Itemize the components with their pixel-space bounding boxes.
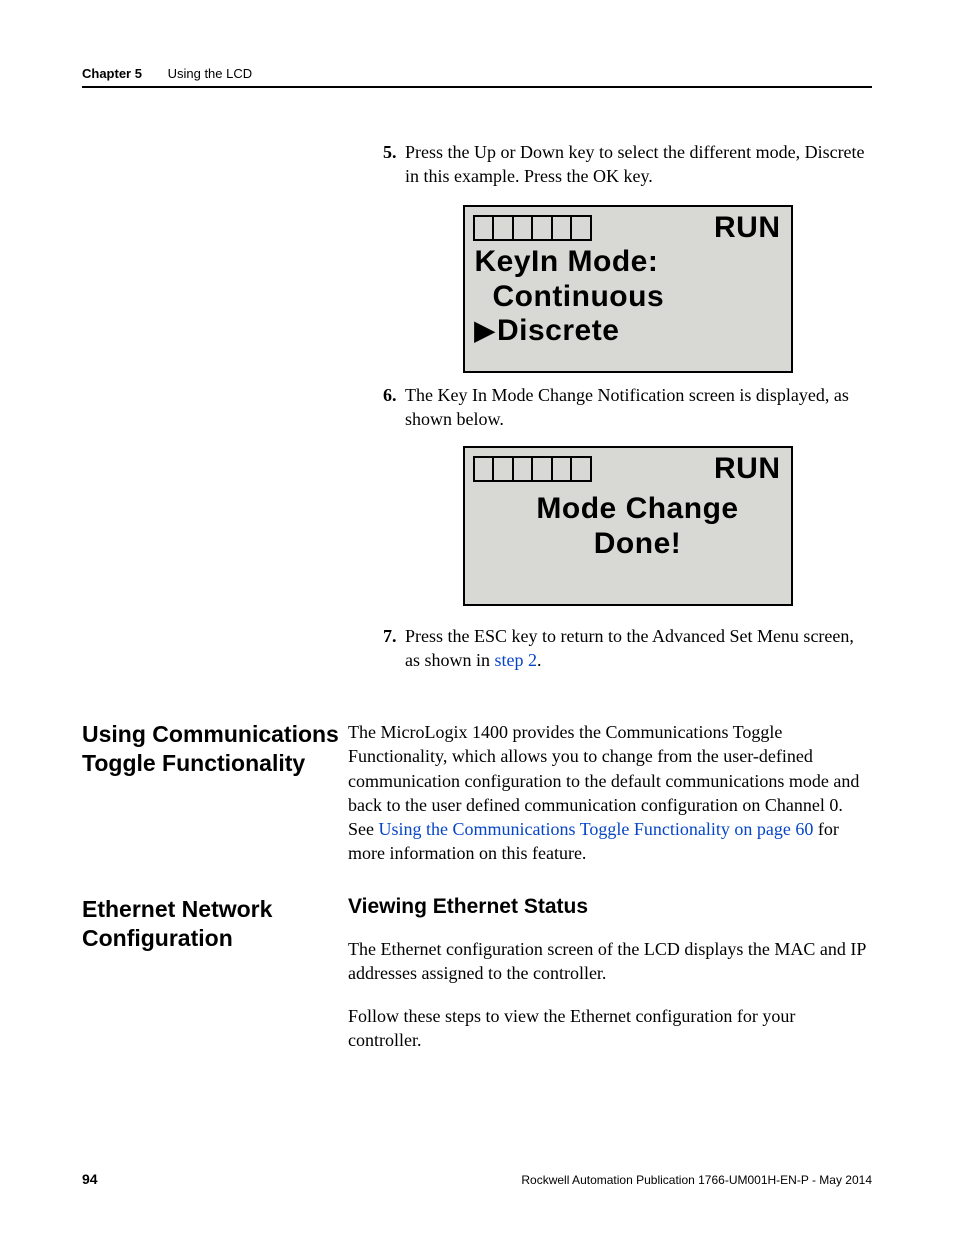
lcd-line-title: KeyIn Mode: <box>465 245 791 280</box>
section-ethernet-body: Viewing Ethernet Status The Ethernet con… <box>348 895 872 1070</box>
subheading-viewing-eth-status: Viewing Ethernet Status <box>348 895 872 919</box>
step-5: 5 Press the Up or Down key to select the… <box>383 140 872 195</box>
run-status: RUN <box>714 211 781 245</box>
section-comm-toggle-body: The MicroLogix 1400 provides the Communi… <box>348 720 872 866</box>
lcd-screenshot-keyin: RUN KeyIn Mode: Continuous Discrete <box>383 205 872 373</box>
step-number: 5 <box>383 140 405 189</box>
lcd-line-modechange: Mode Change <box>465 492 811 527</box>
side-heading: Using Communications Toggle Functionalit… <box>82 720 352 778</box>
step-text: Press the ESC key to return to the Advan… <box>405 624 872 673</box>
heading-comm-toggle: Using Communications Toggle Functionalit… <box>82 720 352 778</box>
eth-paragraph-1: The Ethernet configuration screen of the… <box>348 937 872 986</box>
link-step-2[interactable]: step 2 <box>495 650 538 670</box>
step-text-before: Press the ESC key to return to the Advan… <box>405 626 854 670</box>
step-6: 6 The Key In Mode Change Notification sc… <box>383 383 872 438</box>
step-7: 7 Press the ESC key to return to the Adv… <box>383 624 872 679</box>
step-text-after: . <box>537 650 542 670</box>
chapter-title: Using the LCD <box>168 66 253 81</box>
side-heading: Ethernet Network Configuration <box>82 895 352 953</box>
step-number: 6 <box>383 383 405 432</box>
publication-info: Rockwell Automation Publication 1766-UM0… <box>521 1173 872 1187</box>
header-rule <box>82 86 872 88</box>
step-text: The Key In Mode Change Notification scre… <box>405 383 872 432</box>
run-status: RUN <box>714 452 781 486</box>
eth-paragraph-2: Follow these steps to view the Ethernet … <box>348 1004 872 1053</box>
step-number: 7 <box>383 624 405 673</box>
lcd-screenshot-modechange: RUN Mode Change Done! <box>383 446 872 606</box>
running-header: Chapter 5 Using the LCD <box>82 66 872 81</box>
chapter-number: Chapter 5 <box>82 66 142 81</box>
step-text: Press the Up or Down key to select the d… <box>405 140 872 189</box>
lcd-option-discrete-selected: Discrete <box>465 314 791 349</box>
page-number: 94 <box>82 1171 98 1187</box>
io-indicator-boxes <box>473 456 590 482</box>
lcd-display: RUN Mode Change Done! <box>463 446 793 606</box>
page-footer: 94 Rockwell Automation Publication 1766-… <box>82 1171 872 1187</box>
lcd-display: RUN KeyIn Mode: Continuous Discrete <box>463 205 793 373</box>
io-indicator-boxes <box>473 215 590 241</box>
link-comm-toggle-p60[interactable]: Using the Communications Toggle Function… <box>379 819 814 839</box>
heading-ethernet-config: Ethernet Network Configuration <box>82 895 352 953</box>
page: Chapter 5 Using the LCD 5 Press the Up o… <box>0 0 954 1235</box>
lcd-line-done: Done! <box>465 527 811 562</box>
lcd-option-continuous: Continuous <box>465 280 791 315</box>
